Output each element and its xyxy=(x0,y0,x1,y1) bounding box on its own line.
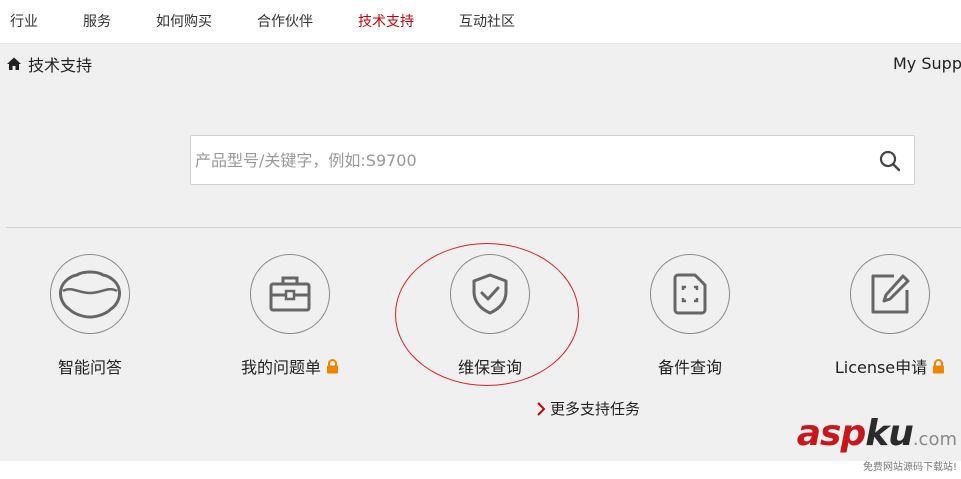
service-label: 我的问题单 xyxy=(240,358,321,377)
search-box xyxy=(190,135,915,185)
nav-item-industry[interactable]: 行业 xyxy=(10,11,38,31)
service-warranty-query[interactable]: 维保查询 xyxy=(410,254,570,378)
toolbox-icon xyxy=(269,276,311,312)
watermark-logo: aspku.com xyxy=(796,413,957,454)
search-icon[interactable] xyxy=(878,149,902,173)
main-content: 技术支持 My Supp 智能问答 xyxy=(0,44,961,461)
chevron-right-icon xyxy=(537,401,546,416)
lock-icon xyxy=(327,358,338,373)
service-label: License申请 xyxy=(834,358,928,377)
watermark: aspku.com 免费网站源码下载站! xyxy=(796,413,957,474)
breadcrumb: 技术支持 xyxy=(6,54,93,75)
chat-bubble-icon xyxy=(59,270,121,319)
nav-item-tech-support[interactable]: 技术支持 xyxy=(358,11,414,31)
service-license-apply[interactable]: License申请 xyxy=(810,254,961,378)
home-icon[interactable] xyxy=(6,56,22,72)
service-label: 备件查询 xyxy=(657,358,722,377)
service-icon-circle xyxy=(650,254,730,334)
service-smart-qa[interactable]: 智能问答 xyxy=(10,254,170,378)
more-tasks-label: 更多支持任务 xyxy=(550,400,641,418)
service-label: 维保查询 xyxy=(457,358,522,377)
service-my-tickets[interactable]: 我的问题单 xyxy=(210,254,370,378)
more-support-tasks-link[interactable]: 更多支持任务 xyxy=(536,398,640,419)
service-icon-circle xyxy=(450,254,530,334)
top-navigation: 行业 服务 如何购买 合作伙伴 技术支持 互动社区 xyxy=(0,0,961,44)
shield-check-icon xyxy=(472,273,508,315)
my-support-link[interactable]: My Supp xyxy=(893,54,961,73)
section-divider xyxy=(6,227,961,228)
nav-item-partners[interactable]: 合作伙伴 xyxy=(257,11,313,31)
service-icon-circle xyxy=(850,254,930,334)
watermark-subtitle: 免费网站源码下载站! xyxy=(862,462,957,473)
nav-item-services[interactable]: 服务 xyxy=(83,11,111,31)
sd-card-icon xyxy=(673,273,707,315)
breadcrumb-current: 技术支持 xyxy=(28,56,93,75)
service-spare-parts[interactable]: 备件查询 xyxy=(610,254,770,378)
lock-icon xyxy=(933,358,945,373)
service-icon-circle xyxy=(50,254,130,334)
nav-item-how-to-buy[interactable]: 如何购买 xyxy=(156,11,212,31)
search-input[interactable] xyxy=(195,144,855,176)
edit-icon xyxy=(871,274,910,314)
nav-item-community[interactable]: 互动社区 xyxy=(459,11,515,31)
service-icon-circle xyxy=(250,254,330,334)
service-label: 智能问答 xyxy=(57,358,122,377)
